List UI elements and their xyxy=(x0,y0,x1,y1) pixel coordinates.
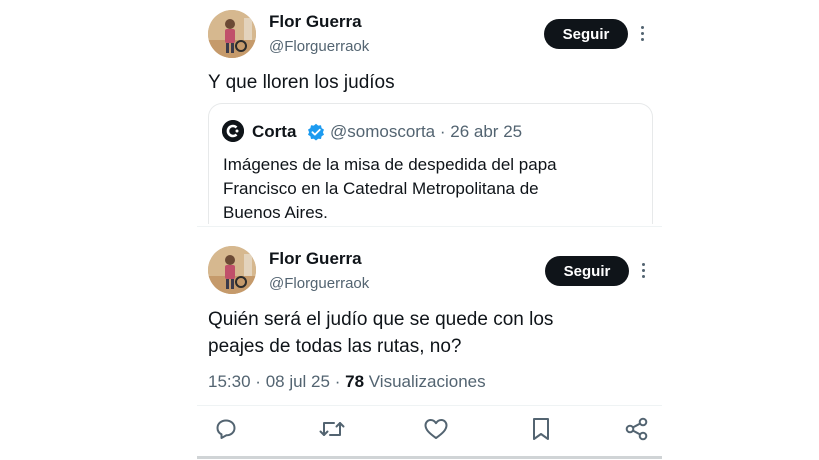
quoted-meta: @somoscorta · 26 abr 25 xyxy=(330,122,522,142)
quoted-tweet[interactable]: Corta @somoscorta · 26 abr 25 Imágenes d… xyxy=(208,103,653,224)
quoted-author-name: Corta xyxy=(252,122,297,141)
tweet-time[interactable]: 15:30 xyxy=(208,372,251,391)
share-icon[interactable] xyxy=(624,416,650,442)
follow-button[interactable]: Seguir xyxy=(545,256,629,286)
tweet-meta: 15:30 · 08 jul 25 · 78 Visualizaciones xyxy=(208,372,486,392)
tweet-text: Y que lloren los judíos xyxy=(208,72,395,93)
avatar[interactable] xyxy=(208,246,256,294)
separator-dot: · xyxy=(439,122,446,141)
quoted-date: 26 abr 25 xyxy=(450,122,523,141)
quoted-text-line: Buenos Aires. xyxy=(223,203,328,222)
follow-button[interactable]: Seguir xyxy=(544,19,628,49)
quoted-author-handle: @somoscorta xyxy=(330,122,436,141)
author-name[interactable]: Flor Guerra xyxy=(269,249,362,269)
corta-logo-icon xyxy=(222,120,244,142)
avatar[interactable] xyxy=(208,10,256,58)
quoted-text-line: Francisco en la Catedral Metropolitana d… xyxy=(223,179,539,198)
tweet-panel: Flor Guerra @Florguerraok Seguir Y que l… xyxy=(197,0,662,460)
retweet-icon[interactable] xyxy=(318,416,346,442)
like-icon[interactable] xyxy=(423,416,449,442)
tweet-text: Quién será el judío que se quede con los… xyxy=(208,306,648,360)
quoted-text-line: Imágenes de la misa de despedida del pap… xyxy=(223,155,557,174)
bookmark-icon[interactable] xyxy=(529,416,553,442)
bottom-border xyxy=(197,456,662,459)
verified-badge-icon xyxy=(307,123,325,146)
reply-icon[interactable] xyxy=(213,416,239,442)
tweet-date[interactable]: 08 jul 25 xyxy=(266,372,330,391)
views-count: 78 xyxy=(345,372,365,391)
more-options-icon[interactable] xyxy=(639,26,645,41)
views-label: Visualizaciones xyxy=(368,372,486,391)
author-handle[interactable]: @Florguerraok xyxy=(269,275,369,292)
more-options-icon[interactable] xyxy=(640,263,646,278)
tweet-text-line: Quién será el judío que se quede con los xyxy=(208,309,554,330)
author-handle[interactable]: @Florguerraok xyxy=(269,38,369,55)
divider xyxy=(197,226,662,227)
separator-dot: · xyxy=(255,372,261,391)
tweet-text-line: peajes de todas las rutas, no? xyxy=(208,336,462,357)
author-name[interactable]: Flor Guerra xyxy=(269,12,362,32)
separator-dot: · xyxy=(334,372,341,391)
divider xyxy=(197,405,662,406)
quoted-text: Imágenes de la misa de despedida del pap… xyxy=(223,153,643,225)
